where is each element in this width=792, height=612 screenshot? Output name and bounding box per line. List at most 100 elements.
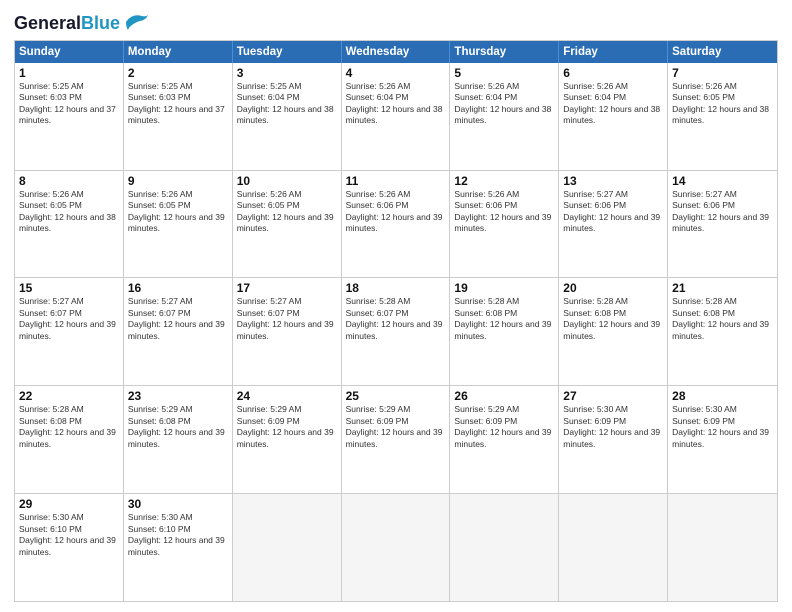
day-cell: 10Sunrise: 5:26 AM Sunset: 6:05 PM Dayli… xyxy=(233,171,342,278)
day-info: Sunrise: 5:30 AM Sunset: 6:10 PM Dayligh… xyxy=(19,512,119,558)
day-info: Sunrise: 5:26 AM Sunset: 6:06 PM Dayligh… xyxy=(346,189,446,235)
day-cell: 12Sunrise: 5:26 AM Sunset: 6:06 PM Dayli… xyxy=(450,171,559,278)
day-info: Sunrise: 5:26 AM Sunset: 6:05 PM Dayligh… xyxy=(672,81,773,127)
day-number: 15 xyxy=(19,281,119,295)
day-info: Sunrise: 5:30 AM Sunset: 6:10 PM Dayligh… xyxy=(128,512,228,558)
day-info: Sunrise: 5:29 AM Sunset: 6:08 PM Dayligh… xyxy=(128,404,228,450)
day-cell: 1Sunrise: 5:25 AM Sunset: 6:03 PM Daylig… xyxy=(15,63,124,170)
day-number: 14 xyxy=(672,174,773,188)
day-number: 9 xyxy=(128,174,228,188)
weekday-header: Wednesday xyxy=(342,41,451,63)
weekday-header: Tuesday xyxy=(233,41,342,63)
day-info: Sunrise: 5:25 AM Sunset: 6:04 PM Dayligh… xyxy=(237,81,337,127)
calendar-row: 15Sunrise: 5:27 AM Sunset: 6:07 PM Dayli… xyxy=(15,277,777,385)
day-number: 26 xyxy=(454,389,554,403)
logo: GeneralBlue xyxy=(14,14,150,34)
day-info: Sunrise: 5:30 AM Sunset: 6:09 PM Dayligh… xyxy=(672,404,773,450)
weekday-header: Thursday xyxy=(450,41,559,63)
weekday-header: Friday xyxy=(559,41,668,63)
day-cell: 23Sunrise: 5:29 AM Sunset: 6:08 PM Dayli… xyxy=(124,386,233,493)
day-cell: 22Sunrise: 5:28 AM Sunset: 6:08 PM Dayli… xyxy=(15,386,124,493)
day-cell: 15Sunrise: 5:27 AM Sunset: 6:07 PM Dayli… xyxy=(15,278,124,385)
day-number: 7 xyxy=(672,66,773,80)
empty-cell xyxy=(450,494,559,601)
day-number: 2 xyxy=(128,66,228,80)
day-number: 27 xyxy=(563,389,663,403)
day-cell: 13Sunrise: 5:27 AM Sunset: 6:06 PM Dayli… xyxy=(559,171,668,278)
day-number: 17 xyxy=(237,281,337,295)
day-info: Sunrise: 5:25 AM Sunset: 6:03 PM Dayligh… xyxy=(128,81,228,127)
day-cell: 11Sunrise: 5:26 AM Sunset: 6:06 PM Dayli… xyxy=(342,171,451,278)
day-number: 28 xyxy=(672,389,773,403)
day-info: Sunrise: 5:28 AM Sunset: 6:08 PM Dayligh… xyxy=(563,296,663,342)
day-info: Sunrise: 5:26 AM Sunset: 6:06 PM Dayligh… xyxy=(454,189,554,235)
day-info: Sunrise: 5:27 AM Sunset: 6:06 PM Dayligh… xyxy=(672,189,773,235)
weekday-header: Monday xyxy=(124,41,233,63)
weekday-header: Sunday xyxy=(15,41,124,63)
day-cell: 8Sunrise: 5:26 AM Sunset: 6:05 PM Daylig… xyxy=(15,171,124,278)
day-cell: 24Sunrise: 5:29 AM Sunset: 6:09 PM Dayli… xyxy=(233,386,342,493)
day-number: 25 xyxy=(346,389,446,403)
day-number: 13 xyxy=(563,174,663,188)
day-info: Sunrise: 5:27 AM Sunset: 6:06 PM Dayligh… xyxy=(563,189,663,235)
day-cell: 27Sunrise: 5:30 AM Sunset: 6:09 PM Dayli… xyxy=(559,386,668,493)
day-info: Sunrise: 5:28 AM Sunset: 6:08 PM Dayligh… xyxy=(454,296,554,342)
day-number: 8 xyxy=(19,174,119,188)
day-cell: 2Sunrise: 5:25 AM Sunset: 6:03 PM Daylig… xyxy=(124,63,233,170)
weekday-header: Saturday xyxy=(668,41,777,63)
day-cell: 14Sunrise: 5:27 AM Sunset: 6:06 PM Dayli… xyxy=(668,171,777,278)
day-number: 30 xyxy=(128,497,228,511)
day-number: 24 xyxy=(237,389,337,403)
day-cell: 29Sunrise: 5:30 AM Sunset: 6:10 PM Dayli… xyxy=(15,494,124,601)
calendar: SundayMondayTuesdayWednesdayThursdayFrid… xyxy=(14,40,778,602)
day-number: 5 xyxy=(454,66,554,80)
day-info: Sunrise: 5:25 AM Sunset: 6:03 PM Dayligh… xyxy=(19,81,119,127)
day-info: Sunrise: 5:28 AM Sunset: 6:07 PM Dayligh… xyxy=(346,296,446,342)
day-cell: 28Sunrise: 5:30 AM Sunset: 6:09 PM Dayli… xyxy=(668,386,777,493)
day-info: Sunrise: 5:26 AM Sunset: 6:04 PM Dayligh… xyxy=(346,81,446,127)
day-number: 22 xyxy=(19,389,119,403)
day-cell: 5Sunrise: 5:26 AM Sunset: 6:04 PM Daylig… xyxy=(450,63,559,170)
day-number: 20 xyxy=(563,281,663,295)
day-info: Sunrise: 5:26 AM Sunset: 6:05 PM Dayligh… xyxy=(237,189,337,235)
day-number: 4 xyxy=(346,66,446,80)
empty-cell xyxy=(668,494,777,601)
day-info: Sunrise: 5:29 AM Sunset: 6:09 PM Dayligh… xyxy=(346,404,446,450)
day-number: 16 xyxy=(128,281,228,295)
day-info: Sunrise: 5:26 AM Sunset: 6:04 PM Dayligh… xyxy=(563,81,663,127)
day-info: Sunrise: 5:26 AM Sunset: 6:04 PM Dayligh… xyxy=(454,81,554,127)
day-number: 6 xyxy=(563,66,663,80)
day-cell: 7Sunrise: 5:26 AM Sunset: 6:05 PM Daylig… xyxy=(668,63,777,170)
day-info: Sunrise: 5:29 AM Sunset: 6:09 PM Dayligh… xyxy=(237,404,337,450)
day-cell: 6Sunrise: 5:26 AM Sunset: 6:04 PM Daylig… xyxy=(559,63,668,170)
day-info: Sunrise: 5:29 AM Sunset: 6:09 PM Dayligh… xyxy=(454,404,554,450)
day-info: Sunrise: 5:28 AM Sunset: 6:08 PM Dayligh… xyxy=(672,296,773,342)
day-cell: 9Sunrise: 5:26 AM Sunset: 6:05 PM Daylig… xyxy=(124,171,233,278)
day-cell: 17Sunrise: 5:27 AM Sunset: 6:07 PM Dayli… xyxy=(233,278,342,385)
day-cell: 26Sunrise: 5:29 AM Sunset: 6:09 PM Dayli… xyxy=(450,386,559,493)
empty-cell xyxy=(342,494,451,601)
day-number: 11 xyxy=(346,174,446,188)
header: GeneralBlue xyxy=(14,10,778,34)
day-cell: 18Sunrise: 5:28 AM Sunset: 6:07 PM Dayli… xyxy=(342,278,451,385)
calendar-row: 1Sunrise: 5:25 AM Sunset: 6:03 PM Daylig… xyxy=(15,63,777,170)
logo-text: GeneralBlue xyxy=(14,14,120,34)
empty-cell xyxy=(233,494,342,601)
day-cell: 16Sunrise: 5:27 AM Sunset: 6:07 PM Dayli… xyxy=(124,278,233,385)
day-number: 10 xyxy=(237,174,337,188)
calendar-body: 1Sunrise: 5:25 AM Sunset: 6:03 PM Daylig… xyxy=(15,63,777,601)
day-info: Sunrise: 5:26 AM Sunset: 6:05 PM Dayligh… xyxy=(19,189,119,235)
calendar-row: 22Sunrise: 5:28 AM Sunset: 6:08 PM Dayli… xyxy=(15,385,777,493)
calendar-row: 29Sunrise: 5:30 AM Sunset: 6:10 PM Dayli… xyxy=(15,493,777,601)
day-number: 29 xyxy=(19,497,119,511)
day-number: 3 xyxy=(237,66,337,80)
day-cell: 4Sunrise: 5:26 AM Sunset: 6:04 PM Daylig… xyxy=(342,63,451,170)
day-number: 21 xyxy=(672,281,773,295)
day-info: Sunrise: 5:27 AM Sunset: 6:07 PM Dayligh… xyxy=(19,296,119,342)
day-info: Sunrise: 5:28 AM Sunset: 6:08 PM Dayligh… xyxy=(19,404,119,450)
day-number: 18 xyxy=(346,281,446,295)
day-number: 19 xyxy=(454,281,554,295)
calendar-header: SundayMondayTuesdayWednesdayThursdayFrid… xyxy=(15,41,777,63)
day-cell: 25Sunrise: 5:29 AM Sunset: 6:09 PM Dayli… xyxy=(342,386,451,493)
day-cell: 3Sunrise: 5:25 AM Sunset: 6:04 PM Daylig… xyxy=(233,63,342,170)
